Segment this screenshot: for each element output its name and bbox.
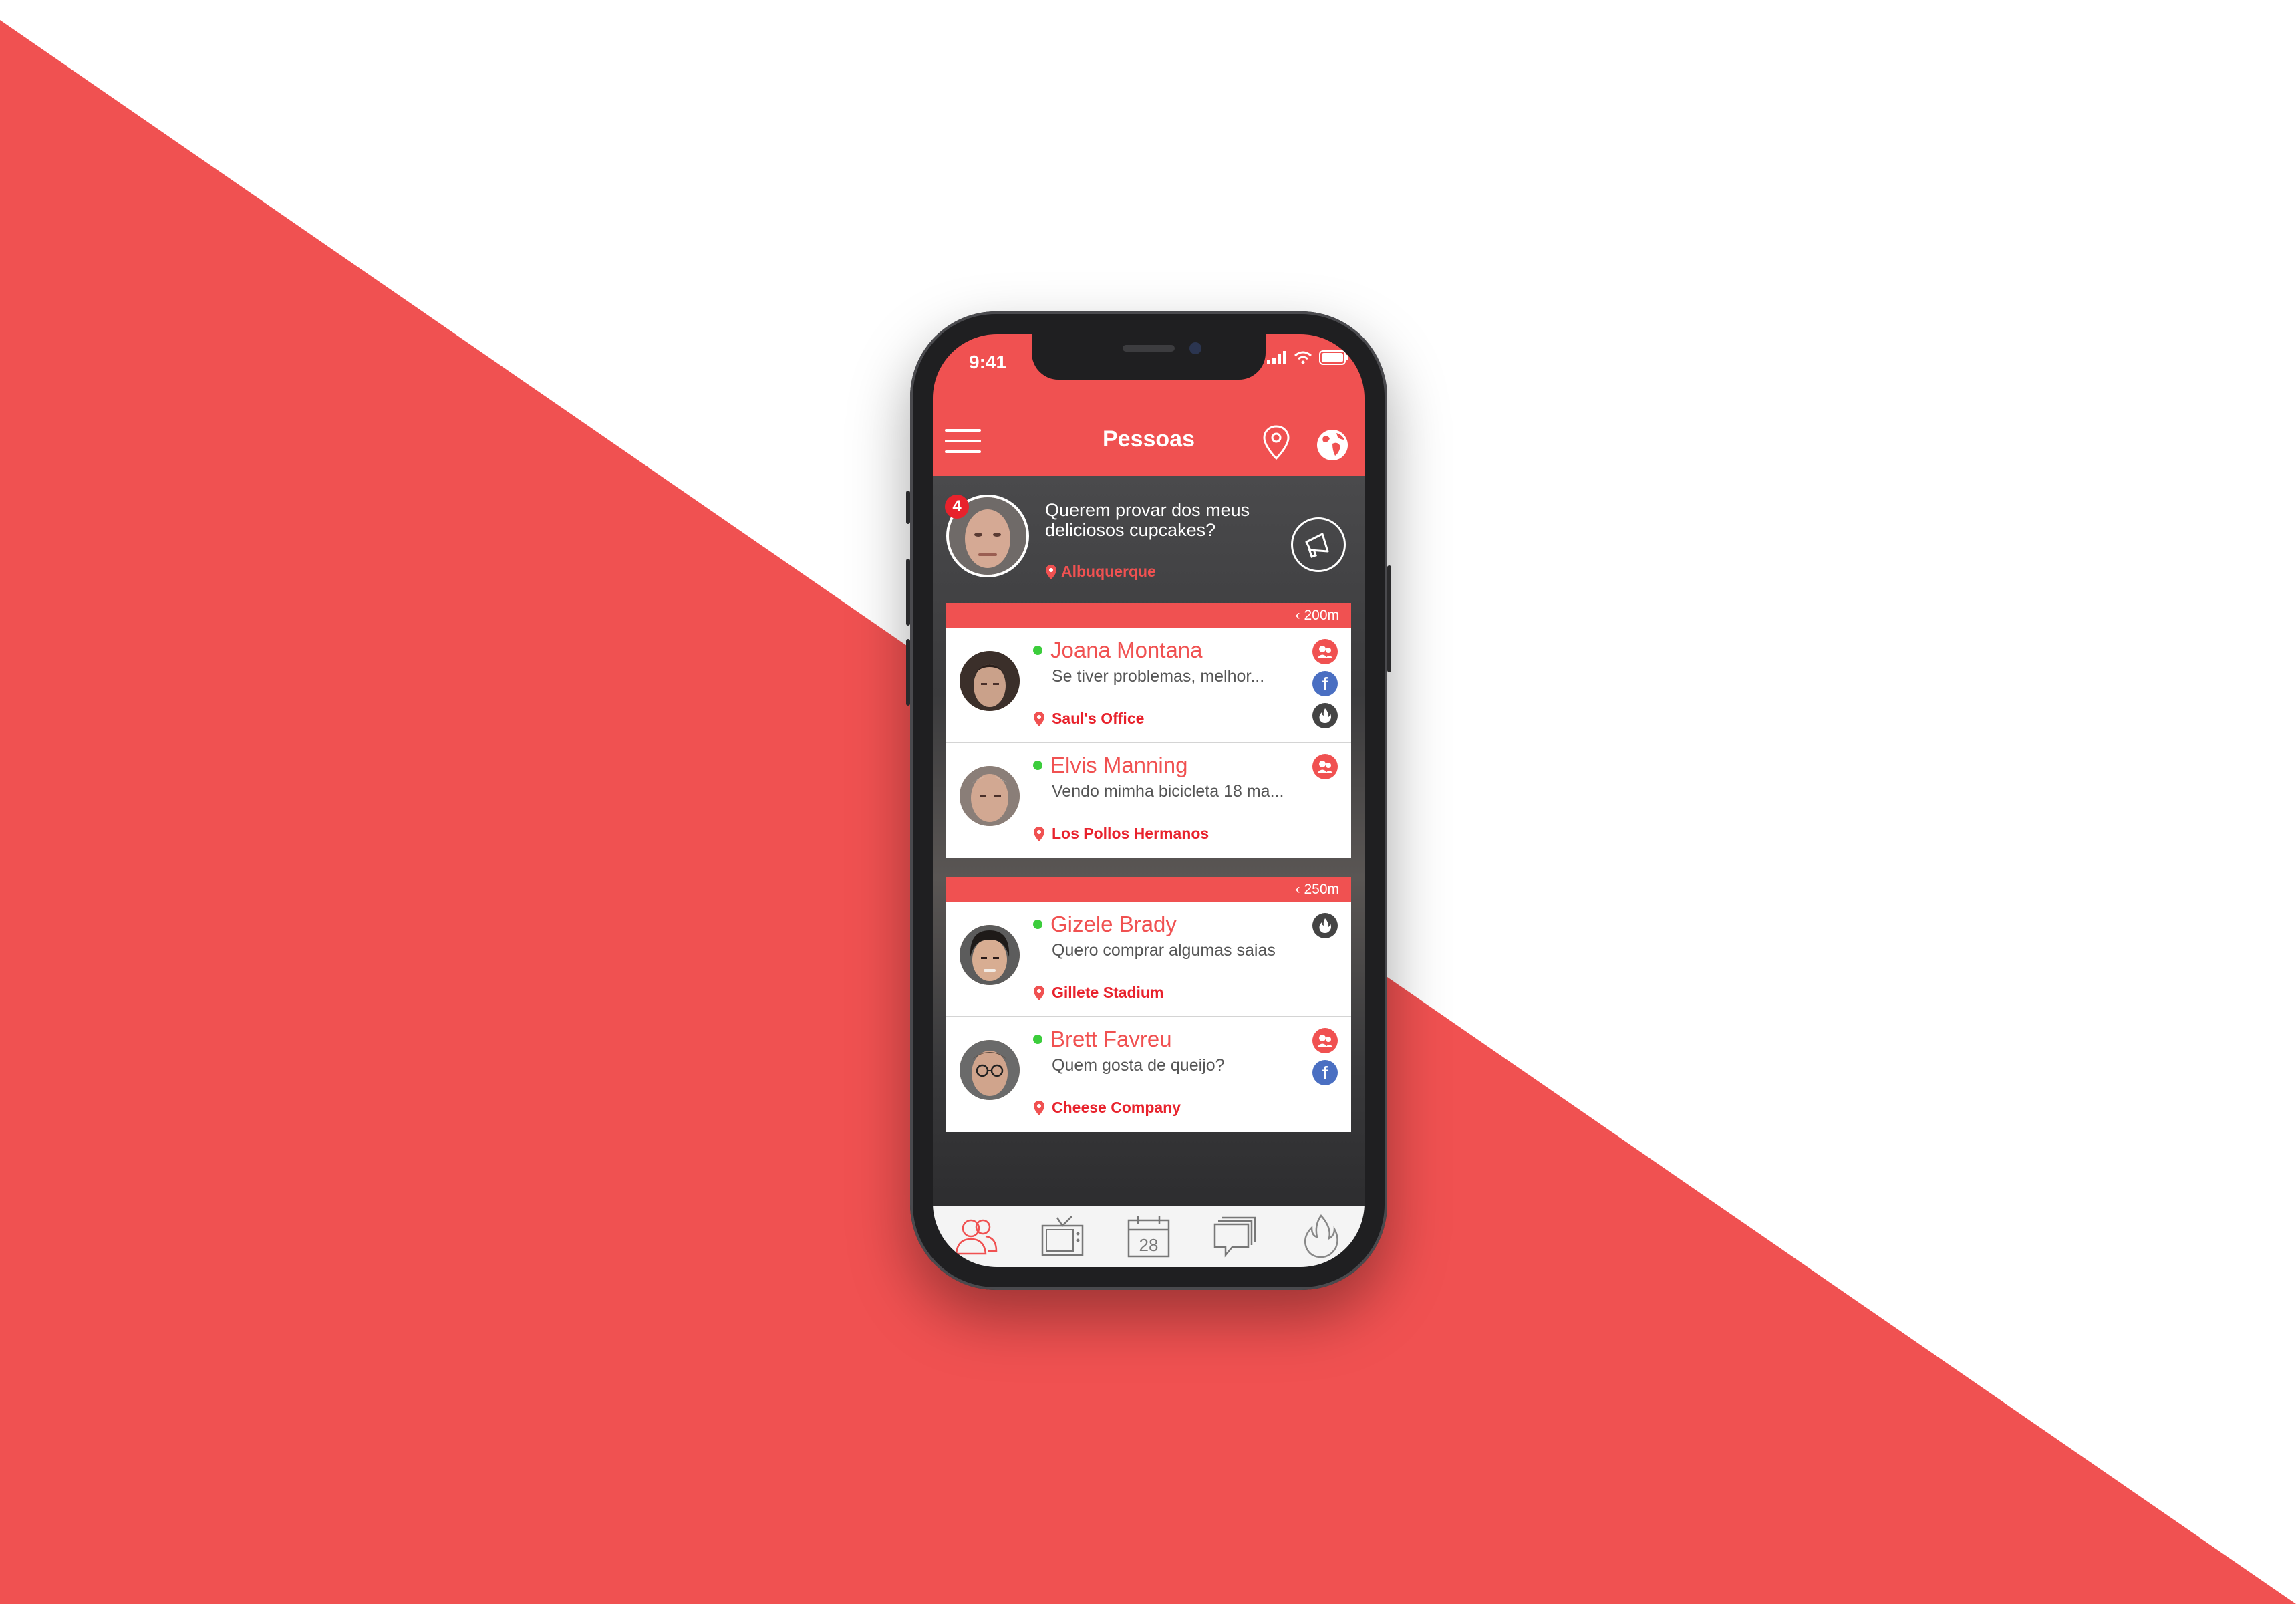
fire-icon bbox=[1304, 1214, 1339, 1258]
app-header: 9:41 Pessoas bbox=[933, 334, 1365, 476]
notch bbox=[1032, 334, 1266, 380]
person-name[interactable]: Elvis Manning bbox=[1050, 753, 1187, 778]
social-icons bbox=[1312, 913, 1338, 938]
location-pin-icon bbox=[1034, 985, 1044, 1000]
location-pin-icon bbox=[1046, 564, 1056, 579]
avatar bbox=[960, 651, 1020, 711]
location-pin-icon bbox=[1034, 1100, 1044, 1115]
distance-label: 200m bbox=[1304, 608, 1339, 623]
avatar bbox=[960, 925, 1020, 985]
list-item[interactable]: Brett Favreu Quem gosta de queijo? Chees… bbox=[946, 1017, 1351, 1132]
tab-people[interactable] bbox=[953, 1215, 1000, 1258]
tab-chat[interactable] bbox=[1211, 1215, 1258, 1258]
online-indicator bbox=[1033, 761, 1042, 770]
online-indicator bbox=[1033, 646, 1042, 655]
person-message: Se tiver problemas, melhor... bbox=[1052, 667, 1265, 686]
location-pin-icon bbox=[1034, 711, 1044, 726]
chevron-left-icon: ‹ bbox=[1295, 882, 1300, 897]
wifi-icon bbox=[1294, 351, 1312, 364]
friends-icon bbox=[1312, 1028, 1338, 1053]
distance-group: ‹ 250m Gizele Brady Quero comprar alguma… bbox=[946, 877, 1351, 1132]
status-icons bbox=[1267, 350, 1348, 365]
facebook-icon: f bbox=[1312, 671, 1338, 696]
phone-frame: 9:41 Pessoas 4 Querem provar dos meus de… bbox=[906, 311, 1391, 1290]
status-time: 9:41 bbox=[969, 352, 1007, 372]
person-location: Saul's Office bbox=[1033, 710, 1144, 728]
location-pin-icon[interactable] bbox=[1260, 424, 1292, 461]
list-item[interactable]: Gizele Brady Quero comprar algumas saias… bbox=[946, 902, 1351, 1017]
person-name[interactable]: Gizele Brady bbox=[1050, 912, 1177, 937]
online-indicator bbox=[1033, 1035, 1042, 1044]
facebook-icon: f bbox=[1312, 1060, 1338, 1085]
tv-icon bbox=[1041, 1216, 1084, 1256]
people-icon bbox=[955, 1219, 997, 1255]
person-location: Los Pollos Hermanos bbox=[1033, 825, 1209, 843]
person-location: Gillete Stadium bbox=[1033, 984, 1163, 1002]
avatar bbox=[960, 766, 1020, 826]
featured-post[interactable]: 4 Querem provar dos meus deliciosos cupc… bbox=[933, 476, 1365, 603]
notification-badge: 4 bbox=[945, 495, 969, 519]
avatar bbox=[960, 1040, 1020, 1100]
tab-bar: 28 bbox=[933, 1206, 1365, 1267]
distance-header: ‹ 250m bbox=[946, 877, 1351, 902]
list-item[interactable]: Elvis Manning Vendo mimha bicicleta 18 m… bbox=[946, 743, 1351, 858]
social-icons bbox=[1312, 754, 1338, 779]
online-indicator bbox=[1033, 920, 1042, 929]
chat-icon bbox=[1213, 1216, 1256, 1258]
distance-group: ‹ 200m Joana Montana Se tiver problemas,… bbox=[946, 603, 1351, 858]
social-icons: f bbox=[1312, 639, 1338, 728]
person-message: Quero comprar algumas saias bbox=[1052, 941, 1276, 960]
people-list: 4 Querem provar dos meus deliciosos cupc… bbox=[933, 476, 1365, 1206]
fire-icon bbox=[1312, 703, 1338, 728]
page-title: Pessoas bbox=[1103, 426, 1195, 452]
chevron-left-icon: ‹ bbox=[1295, 608, 1300, 623]
distance-header: ‹ 200m bbox=[946, 603, 1351, 628]
megaphone-button[interactable] bbox=[1291, 517, 1346, 572]
featured-location-label: Albuquerque bbox=[1061, 563, 1156, 580]
person-name[interactable]: Brett Favreu bbox=[1050, 1027, 1172, 1052]
app-screen: 9:41 Pessoas 4 Querem provar dos meus de… bbox=[933, 334, 1365, 1267]
globe-icon[interactable] bbox=[1315, 428, 1350, 462]
social-icons: f bbox=[1312, 1028, 1338, 1085]
tab-tv[interactable] bbox=[1039, 1215, 1086, 1258]
location-label: Cheese Company bbox=[1052, 1099, 1181, 1116]
friends-icon bbox=[1312, 754, 1338, 779]
location-pin-icon bbox=[1034, 826, 1044, 841]
distance-label: 250m bbox=[1304, 882, 1339, 897]
featured-location: Albuquerque bbox=[1045, 563, 1156, 581]
person-message: Vendo mimha bicicleta 18 ma... bbox=[1052, 782, 1284, 801]
person-name[interactable]: Joana Montana bbox=[1050, 638, 1203, 663]
location-label: Gillete Stadium bbox=[1052, 984, 1164, 1001]
fire-icon bbox=[1312, 913, 1338, 938]
tab-calendar[interactable]: 28 bbox=[1125, 1215, 1172, 1258]
location-label: Los Pollos Hermanos bbox=[1052, 825, 1209, 842]
calendar-day: 28 bbox=[1139, 1235, 1159, 1255]
list-item[interactable]: Joana Montana Se tiver problemas, melhor… bbox=[946, 628, 1351, 743]
person-message: Quem gosta de queijo? bbox=[1052, 1056, 1225, 1075]
friends-icon bbox=[1312, 639, 1338, 664]
location-label: Saul's Office bbox=[1052, 710, 1145, 727]
megaphone-icon bbox=[1305, 533, 1329, 558]
featured-message: Querem provar dos meus deliciosos cupcak… bbox=[1045, 500, 1250, 540]
battery-icon bbox=[1319, 350, 1348, 365]
person-location: Cheese Company bbox=[1033, 1099, 1181, 1117]
tab-fire[interactable] bbox=[1298, 1214, 1344, 1258]
signal-icon bbox=[1267, 351, 1286, 364]
